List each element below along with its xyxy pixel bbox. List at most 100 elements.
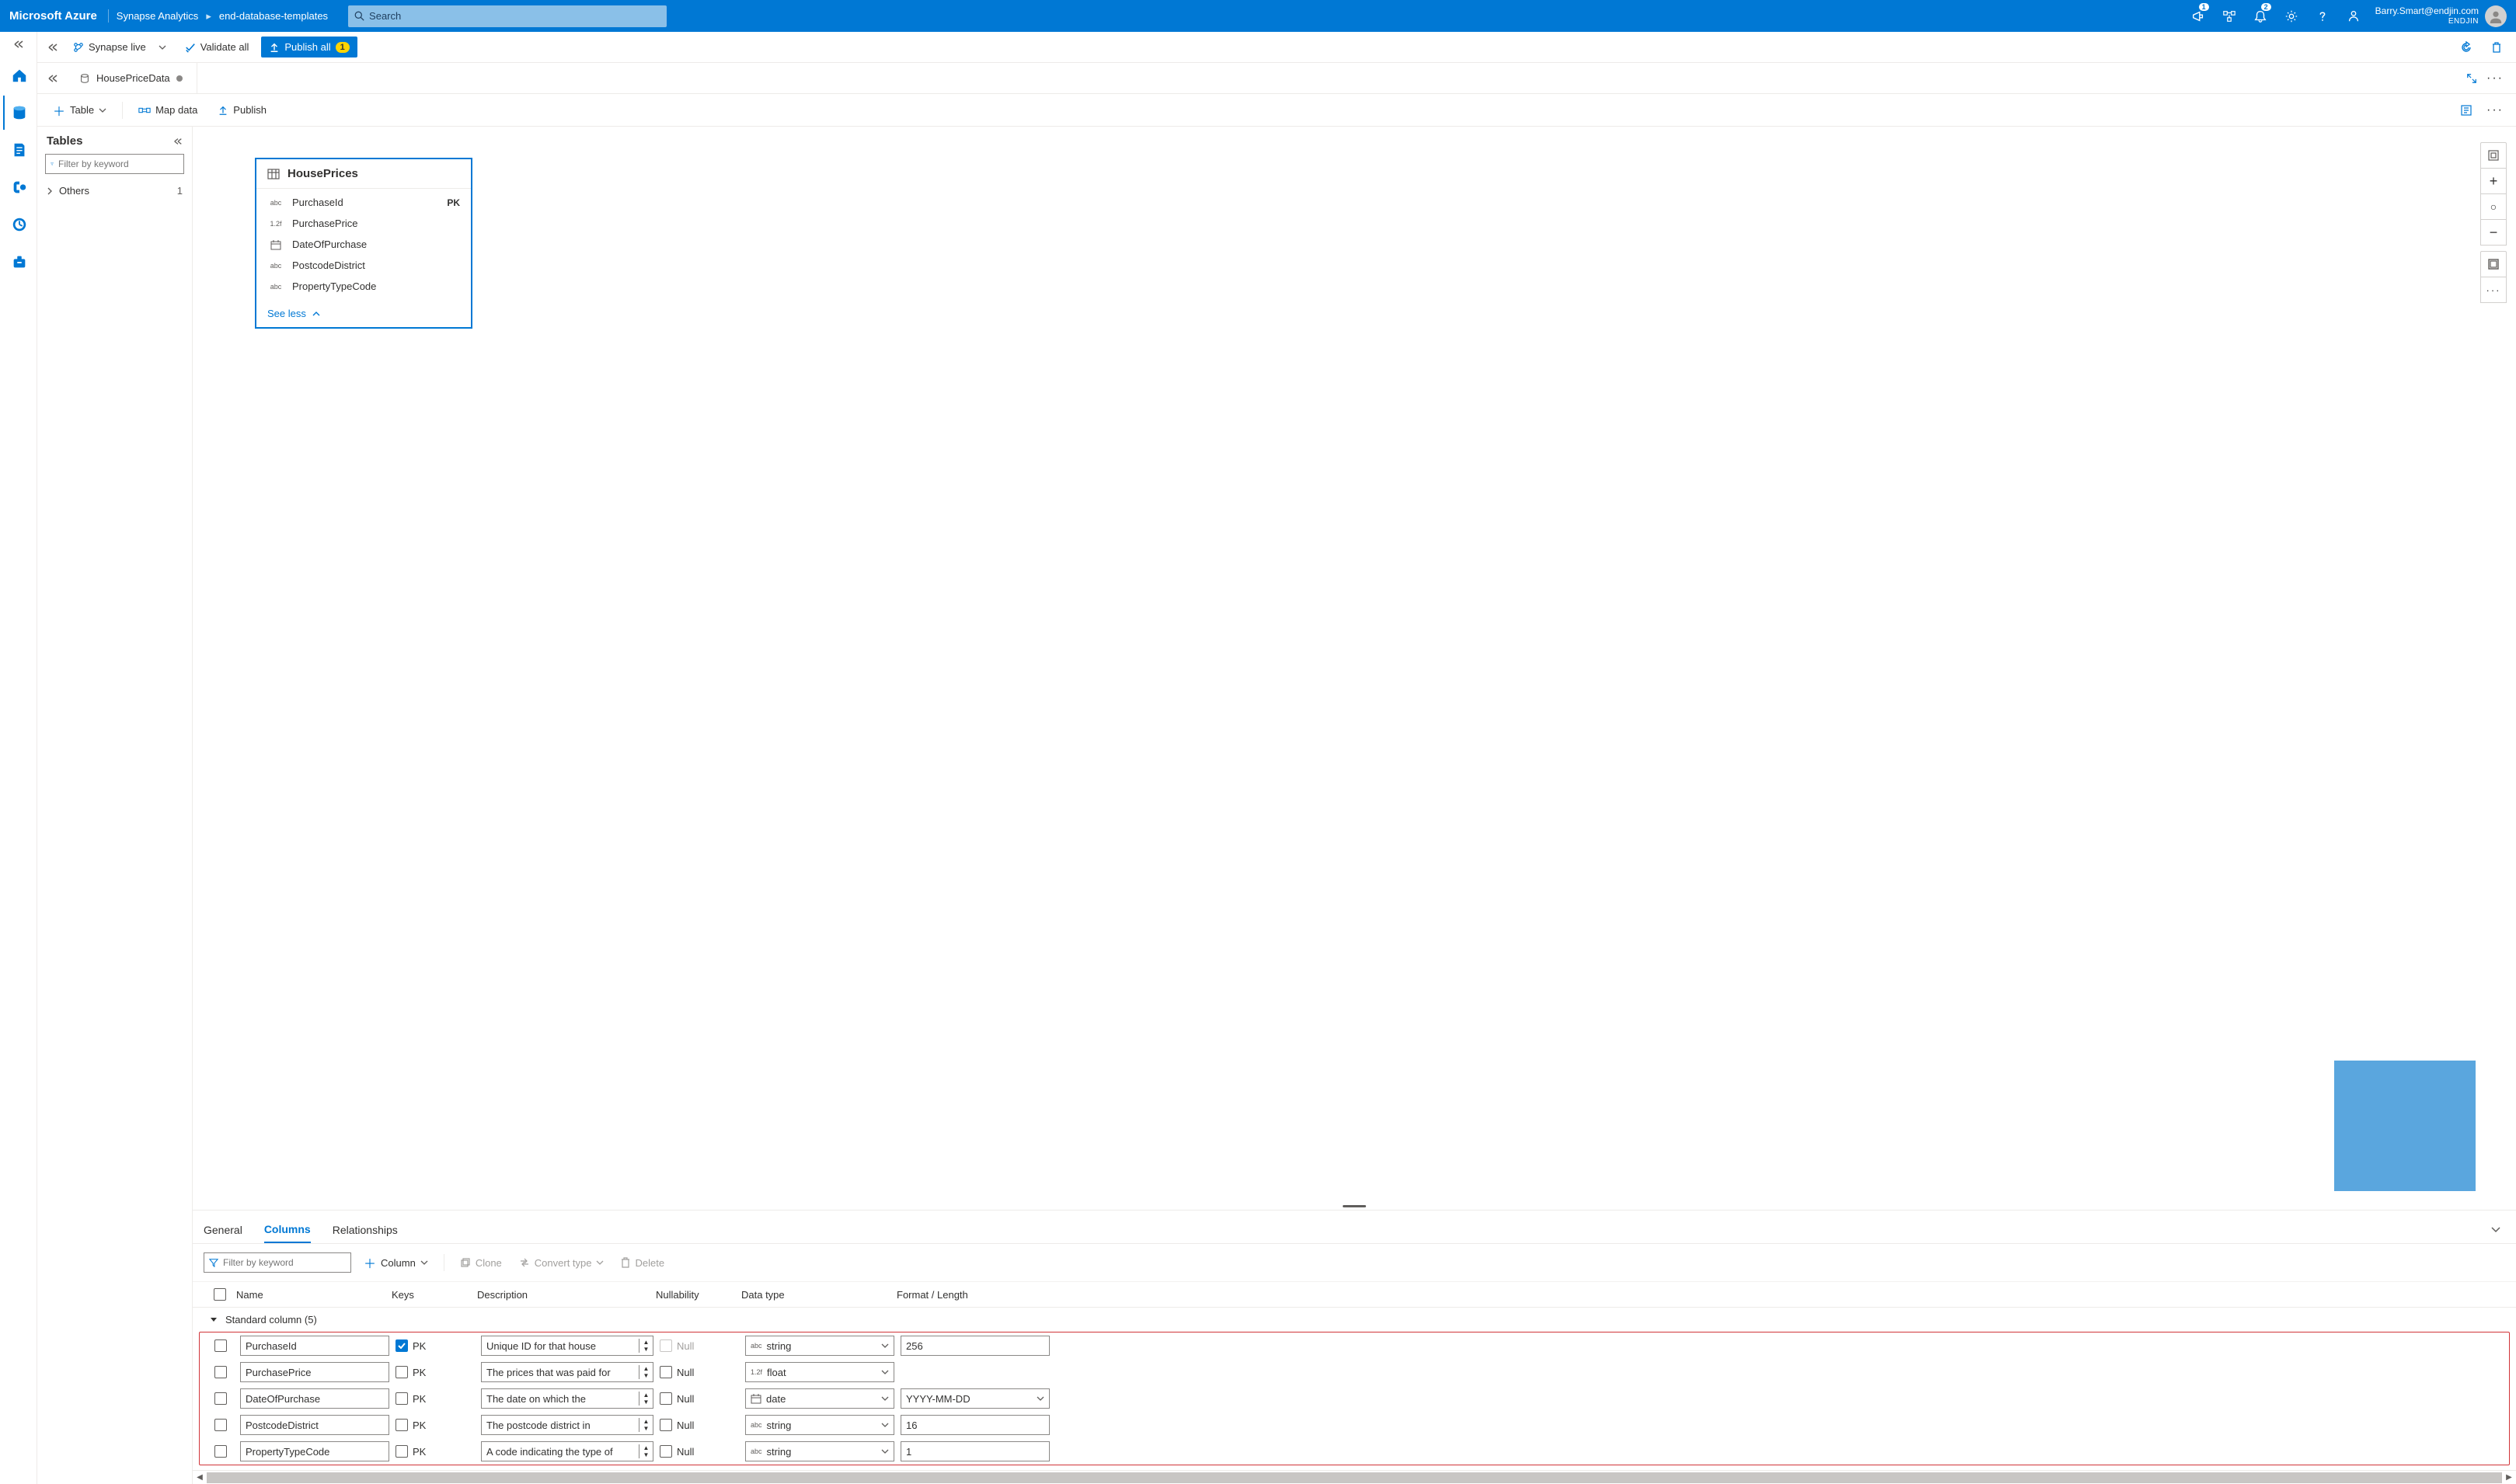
search-input[interactable] <box>369 10 660 22</box>
horizontal-scrollbar[interactable]: ◀ ▶ <box>193 1470 2516 1484</box>
description-input[interactable]: Unique ID for that house▲▼ <box>481 1336 653 1356</box>
feedback-button[interactable] <box>2338 0 2369 32</box>
description-input[interactable]: The date on which the▲▼ <box>481 1388 653 1409</box>
header-name[interactable]: Name <box>236 1289 392 1301</box>
more-tab-button[interactable]: ··· <box>2482 67 2508 90</box>
scroll-left-button[interactable]: ◀ <box>193 1473 207 1482</box>
expand-docs-button[interactable] <box>45 75 61 82</box>
add-table-dropdown[interactable]: ＋ Table <box>45 98 114 123</box>
row-select-checkbox[interactable] <box>214 1445 227 1458</box>
datatype-dropdown[interactable]: date <box>745 1388 894 1409</box>
stepper-up[interactable]: ▲ <box>639 1418 653 1425</box>
announcements-button[interactable]: 1 <box>2183 0 2214 32</box>
nav-home[interactable] <box>3 58 34 92</box>
datatype-dropdown[interactable]: abcstring <box>745 1336 894 1356</box>
expand-rail-button[interactable] <box>0 37 37 52</box>
entity-column[interactable]: abcPropertyTypeCode <box>256 276 471 297</box>
avatar[interactable] <box>2485 5 2507 27</box>
vertical-splitter[interactable] <box>193 1202 2516 1210</box>
entity-column[interactable]: DateOfPurchase <box>256 234 471 255</box>
datatype-dropdown[interactable]: abcstring <box>745 1415 894 1435</box>
nullable-checkbox[interactable] <box>660 1392 672 1405</box>
stepper-down[interactable]: ▼ <box>639 1399 653 1406</box>
see-less-toggle[interactable]: See less <box>256 300 471 327</box>
row-select-checkbox[interactable] <box>214 1419 227 1431</box>
columns-filter[interactable] <box>204 1252 351 1273</box>
datatype-dropdown[interactable]: abcstring <box>745 1441 894 1461</box>
stepper-up[interactable]: ▲ <box>639 1339 653 1346</box>
description-input[interactable]: The prices that was paid for▲▼ <box>481 1362 653 1382</box>
column-name-input[interactable]: PurchaseId <box>240 1336 389 1356</box>
tables-filter-input[interactable] <box>58 159 179 169</box>
add-column-dropdown[interactable]: ＋ Column <box>359 1250 433 1275</box>
design-canvas[interactable]: HousePrices abcPurchaseIdPK1.2fPurchaseP… <box>193 127 2516 1202</box>
entity-column[interactable]: abcPurchaseIdPK <box>256 192 471 213</box>
expand-panel-button[interactable] <box>45 44 61 51</box>
select-all-checkbox[interactable] <box>214 1288 226 1301</box>
columns-filter-input[interactable] <box>223 1257 346 1268</box>
header-keys[interactable]: Keys <box>392 1289 477 1301</box>
minimap[interactable] <box>2334 1061 2476 1191</box>
stepper-up[interactable]: ▲ <box>639 1392 653 1399</box>
header-nullability[interactable]: Nullability <box>656 1289 741 1301</box>
description-input[interactable]: The postcode district in▲▼ <box>481 1415 653 1435</box>
maximize-button[interactable] <box>2462 68 2482 89</box>
publish-all-button[interactable]: Publish all 1 <box>261 37 357 57</box>
validate-all-button[interactable]: Validate all <box>179 38 256 56</box>
datatype-dropdown[interactable]: 1.2ffloat <box>745 1362 894 1382</box>
synapse-live-dropdown[interactable]: Synapse live <box>67 38 172 56</box>
format-input[interactable]: 16 <box>901 1415 1050 1435</box>
canvas-more-button[interactable]: ··· <box>2480 277 2507 303</box>
collapse-pane-button[interactable] <box>173 138 183 145</box>
row-select-checkbox[interactable] <box>214 1392 227 1405</box>
zoom-in-button[interactable]: + <box>2480 168 2507 194</box>
pipelines-button[interactable] <box>2214 0 2245 32</box>
pk-checkbox[interactable] <box>396 1339 408 1352</box>
tables-filter[interactable] <box>45 154 184 174</box>
stepper-down[interactable]: ▼ <box>639 1372 653 1379</box>
stepper-down[interactable]: ▼ <box>639 1451 653 1458</box>
breadcrumb-service[interactable]: Synapse Analytics <box>109 10 207 22</box>
entity-houseprices[interactable]: HousePrices abcPurchaseIdPK1.2fPurchaseP… <box>255 158 472 329</box>
stepper-up[interactable]: ▲ <box>639 1365 653 1372</box>
nav-integrate[interactable] <box>3 170 34 204</box>
pk-checkbox[interactable] <box>396 1392 408 1405</box>
format-input[interactable]: 256 <box>901 1336 1050 1356</box>
scroll-right-button[interactable]: ▶ <box>2502 1473 2516 1482</box>
more-toolbar-button[interactable]: ··· <box>2482 99 2508 122</box>
nav-monitor[interactable] <box>3 207 34 242</box>
group-standard-column[interactable]: Standard column (5) <box>193 1308 2516 1332</box>
nullable-checkbox[interactable] <box>660 1419 672 1431</box>
format-input[interactable]: 1 <box>901 1441 1050 1461</box>
entity-column[interactable]: 1.2fPurchasePrice <box>256 213 471 234</box>
header-description[interactable]: Description <box>477 1289 656 1301</box>
map-data-button[interactable]: Map data <box>131 101 205 119</box>
column-name-input[interactable]: PropertyTypeCode <box>240 1441 389 1461</box>
column-name-input[interactable]: PostcodeDistrict <box>240 1415 389 1435</box>
tree-group-others[interactable]: Others 1 <box>37 182 192 200</box>
column-name-input[interactable]: PurchasePrice <box>240 1362 389 1382</box>
pk-checkbox[interactable] <box>396 1366 408 1378</box>
minimap-toggle[interactable] <box>2480 251 2507 277</box>
stepper-down[interactable]: ▼ <box>639 1425 653 1432</box>
help-button[interactable] <box>2307 0 2338 32</box>
global-search[interactable] <box>348 5 667 27</box>
nav-manage[interactable] <box>3 245 34 279</box>
tab-columns[interactable]: Columns <box>264 1217 311 1243</box>
stepper-down[interactable]: ▼ <box>639 1346 653 1353</box>
nav-develop[interactable] <box>3 133 34 167</box>
settings-button[interactable] <box>2276 0 2307 32</box>
entity-column[interactable]: abcPostcodeDistrict <box>256 255 471 276</box>
pk-checkbox[interactable] <box>396 1419 408 1431</box>
header-format[interactable]: Format / Length <box>897 1289 1052 1301</box>
fit-view-button[interactable] <box>2480 142 2507 169</box>
publish-button[interactable]: Publish <box>210 101 274 119</box>
refresh-button[interactable] <box>2454 38 2479 57</box>
collapse-detail-button[interactable] <box>2491 1227 2505 1233</box>
properties-button[interactable] <box>2455 99 2477 121</box>
stepper-up[interactable]: ▲ <box>639 1444 653 1451</box>
tab-general[interactable]: General <box>204 1218 242 1242</box>
tab-relationships[interactable]: Relationships <box>333 1218 398 1242</box>
discard-button[interactable] <box>2485 38 2508 57</box>
row-select-checkbox[interactable] <box>214 1339 227 1352</box>
